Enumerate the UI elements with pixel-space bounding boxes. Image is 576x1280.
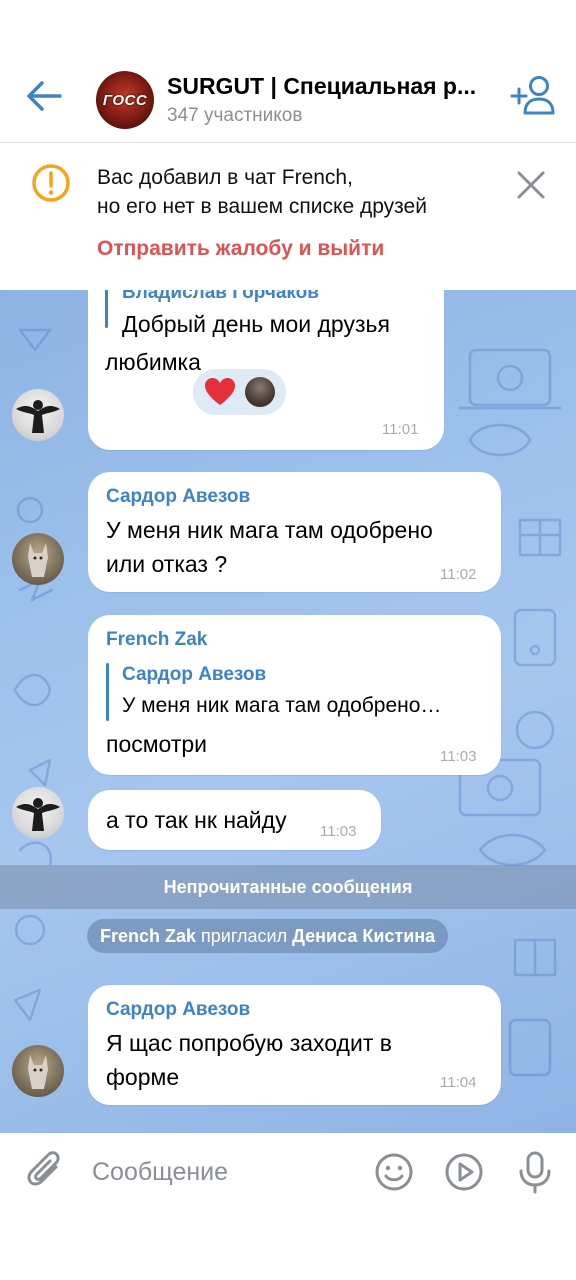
sender-name[interactable]: Сардор Авезов — [106, 999, 250, 1021]
back-arrow-icon[interactable] — [24, 78, 64, 114]
system-navigation-area — [0, 1210, 576, 1280]
avatar[interactable] — [12, 389, 64, 441]
sender-name[interactable]: Сардор Авезов — [106, 486, 250, 508]
message-time: 11:03 — [440, 748, 477, 765]
reply-quote-bar — [106, 663, 109, 721]
sender-name[interactable]: French Zak — [106, 629, 207, 651]
message-bubble[interactable]: а то так нк найду 11:03 — [88, 790, 381, 850]
message-text: Я щас попробую заходит в — [106, 1030, 392, 1056]
unread-messages-divider: Непрочитанные сообщения — [0, 865, 576, 909]
paperclip-icon[interactable] — [26, 1151, 66, 1193]
message-bubble[interactable]: Сардор Авезов У меня ник мага там одобре… — [88, 472, 501, 592]
group-avatar[interactable]: ГОСС — [96, 71, 154, 129]
message-list[interactable]: Владислав Горчаков Добрый день мои друзь… — [0, 290, 576, 1133]
notice-text-line1: Вас добавил в чат French, — [97, 166, 353, 189]
close-icon[interactable] — [513, 167, 549, 203]
message-composer — [0, 1133, 576, 1210]
microphone-icon[interactable] — [516, 1150, 554, 1194]
message-bubble[interactable]: French Zak Сардор Авезов У меня ник мага… — [88, 615, 501, 775]
warning-icon — [31, 163, 71, 203]
message-bubble[interactable]: Сардор Авезов Я щас попробую заходит в ф… — [88, 985, 501, 1105]
notice-text-line2: но его нет в вашем списке друзей — [97, 195, 427, 218]
unread-divider-label: Непрочитанные сообщения — [163, 876, 413, 897]
group-avatar-text: ГОСС — [102, 91, 148, 109]
message-text: или отказ ? — [106, 551, 228, 577]
emoji-icon[interactable] — [374, 1152, 414, 1192]
message-time: 11:01 — [382, 421, 419, 438]
reply-preview-text[interactable]: У меня ник мага там одобрено… — [122, 694, 482, 718]
service-target[interactable]: Дениса Кистина — [292, 926, 435, 947]
chat-title[interactable]: SURGUT | Специальная р... — [167, 73, 485, 100]
message-text: любимка — [105, 349, 201, 375]
reactor-avatar — [245, 377, 275, 407]
message-input[interactable] — [92, 1153, 352, 1191]
member-count: 347 участников — [167, 105, 303, 126]
reply-sender-name[interactable]: Владислав Горчаков — [122, 290, 319, 304]
avatar[interactable] — [12, 787, 64, 839]
report-and-leave-button[interactable]: Отправить жалобу и выйти — [97, 237, 384, 261]
message-text: У меня ник мага там одобрено — [106, 517, 433, 543]
avatar[interactable] — [12, 533, 64, 585]
service-actor[interactable]: French Zak — [100, 926, 196, 947]
message-text: а то так нк найду — [106, 807, 287, 833]
message-time: 11:02 — [440, 566, 477, 583]
message-text: Добрый день мои друзья — [122, 311, 390, 337]
reply-quote-bar — [105, 290, 108, 328]
message-time: 11:04 — [440, 1074, 477, 1091]
reaction-chip[interactable] — [193, 369, 286, 415]
message-time: 11:03 — [320, 823, 357, 840]
service-message: French Zak пригласил Дениса Кистина — [87, 919, 449, 953]
play-circle-icon[interactable] — [444, 1152, 484, 1192]
chat-header: ГОСС SURGUT | Специальная р... 347 участ… — [0, 0, 576, 142]
avatar[interactable] — [12, 1045, 64, 1097]
message-text: форме — [106, 1064, 180, 1090]
heart-icon — [205, 378, 235, 405]
service-action: пригласил — [201, 925, 288, 946]
reply-sender-name[interactable]: Сардор Авезов — [122, 664, 266, 686]
add-member-icon[interactable] — [508, 74, 558, 116]
message-bubble[interactable]: Владислав Горчаков Добрый день мои друзь… — [88, 290, 444, 450]
message-text: посмотри — [106, 731, 208, 757]
unknown-sender-notice: Вас добавил в чат French, но его нет в в… — [0, 142, 576, 291]
